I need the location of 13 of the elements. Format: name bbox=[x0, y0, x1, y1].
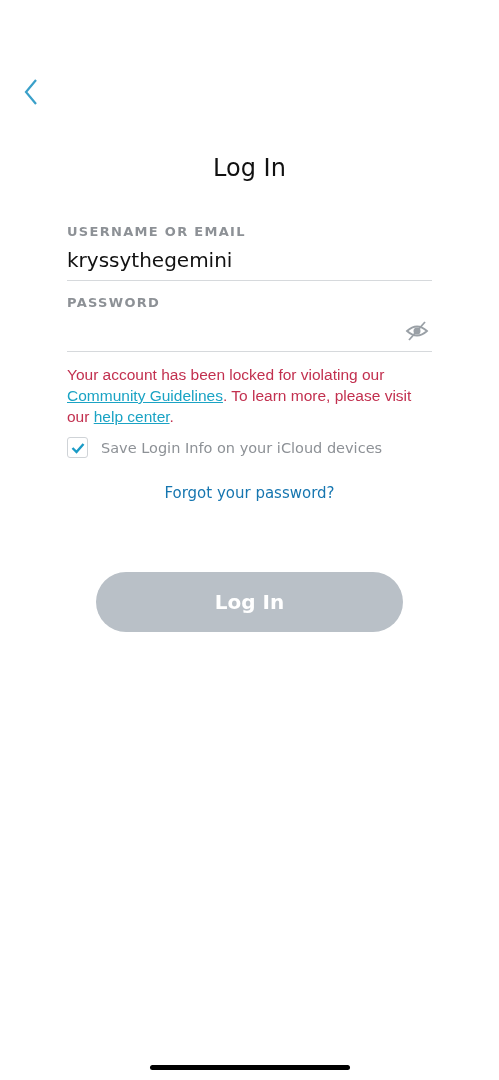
save-login-checkbox[interactable] bbox=[67, 437, 88, 458]
error-link[interactable]: help center bbox=[93, 408, 170, 425]
field-label: PASSWORD bbox=[67, 295, 162, 310]
forgot-password-link[interactable]: Forgot your password? bbox=[164, 484, 335, 502]
error-link[interactable]: Community Guidelines bbox=[67, 387, 223, 404]
field-label: USERNAME OR EMAIL bbox=[67, 224, 247, 239]
username-field[interactable]: kryssythegemini bbox=[67, 239, 432, 281]
error-message: Your account has been locked for violating our Community Guidelines. To learn more, please visit our help center. bbox=[67, 365, 413, 427]
back-icon bbox=[23, 79, 38, 105]
save-login-label: Save Login Info on your iCloud devices bbox=[101, 439, 383, 456]
check-icon bbox=[70, 441, 85, 454]
page-title: Log In bbox=[212, 153, 287, 184]
hidden-eye-icon[interactable] bbox=[405, 320, 429, 342]
